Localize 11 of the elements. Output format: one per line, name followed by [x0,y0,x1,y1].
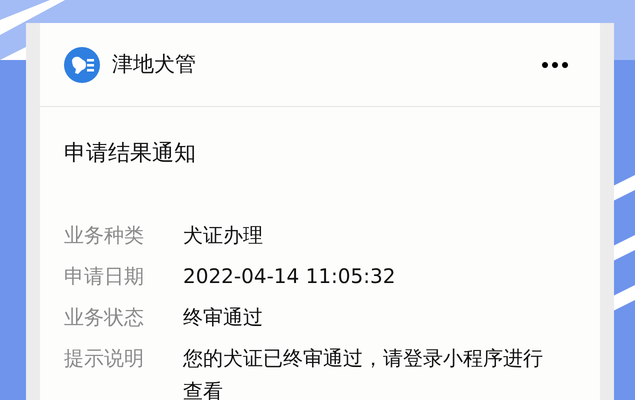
field-label: 申请日期 [64,263,145,290]
field-value: 犬证办理 [183,222,264,249]
field-value: 终审通过 [183,304,264,331]
field-value: 2022-04-14 11:05:32 [183,263,396,290]
field-label: 业务种类 [64,222,145,249]
field-label: 业务状态 [64,304,145,331]
field-label: 提示说明 [64,345,145,372]
app-name: 津地犬管 [112,50,196,78]
more-icon[interactable] [542,60,568,70]
dog-logo-icon [64,46,100,82]
notification-title: 申请结果通知 [64,140,197,168]
